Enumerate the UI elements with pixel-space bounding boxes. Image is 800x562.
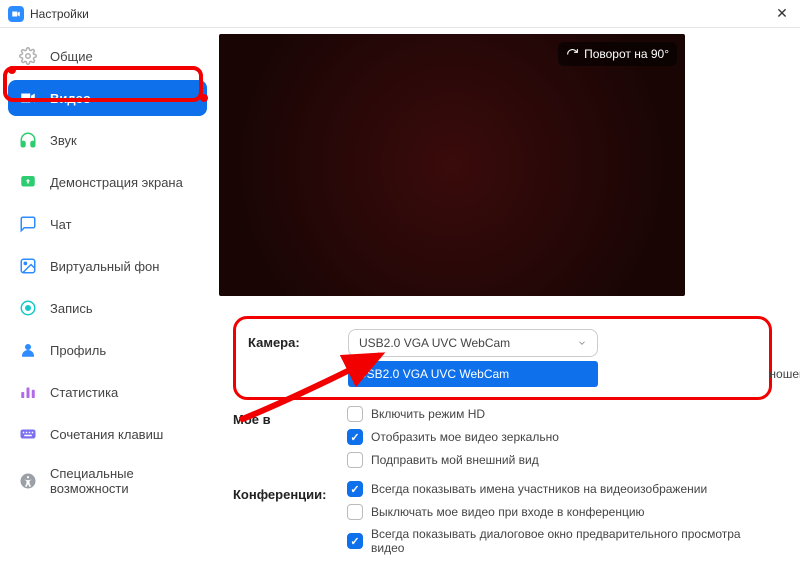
sidebar-item-shortcuts[interactable]: Сочетания клавиш xyxy=(8,416,207,452)
sidebar-item-label: Профиль xyxy=(50,343,106,358)
keyboard-icon xyxy=(18,424,38,444)
checkbox-label: Всегда показывать диалоговое окно предва… xyxy=(371,527,772,555)
window-title: Настройки xyxy=(30,7,89,21)
checkbox-label: Отобразить мое видео зеркально xyxy=(371,430,559,444)
video-preview: Поворот на 90° xyxy=(219,34,685,296)
sidebar-item-background[interactable]: Виртуальный фон xyxy=(8,248,207,284)
sidebar-item-label: Статистика xyxy=(50,385,118,400)
main-panel: Поворот на 90° Камера: USB2.0 VGA UVC We… xyxy=(215,28,800,535)
sidebar-item-label: Видео xyxy=(50,91,91,106)
sidebar-item-label: Запись xyxy=(50,301,93,316)
chevron-down-icon xyxy=(577,338,587,348)
sidebar-item-label: Виртуальный фон xyxy=(50,259,159,274)
my-video-label: Мое в xyxy=(233,406,333,427)
annotation-dot xyxy=(200,94,208,102)
aspect-ratio-text-fragment: ношение xyxy=(769,367,800,381)
checkbox-label: Подправить мой внешний вид xyxy=(371,453,539,467)
checkbox-row-mirror: Отобразить мое видео зеркально xyxy=(347,429,772,445)
checkbox-label: Всегда показывать имена участников на ви… xyxy=(371,482,707,496)
sidebar-item-label: Чат xyxy=(50,217,72,232)
sidebar-item-label: Сочетания клавиш xyxy=(50,427,163,442)
rotate-icon xyxy=(566,48,579,61)
titlebar: Настройки ✕ xyxy=(0,0,800,28)
close-button[interactable]: ✕ xyxy=(772,4,792,24)
sidebar-item-chat[interactable]: Чат xyxy=(8,206,207,242)
checkbox-row-mute-video: Выключать мое видео при входе в конферен… xyxy=(347,504,772,520)
conferences-label: Конференции: xyxy=(233,481,333,502)
video-icon xyxy=(18,88,38,108)
checkbox-show-names[interactable] xyxy=(347,481,363,497)
checkbox-label: Включить режим HD xyxy=(371,407,485,421)
sidebar-item-profile[interactable]: Профиль xyxy=(8,332,207,368)
sidebar-item-label: Звук xyxy=(50,133,77,148)
checkbox-mute-video[interactable] xyxy=(347,504,363,520)
camera-dropdown-option[interactable]: USB2.0 VGA UVC WebCam xyxy=(348,361,598,387)
stats-icon xyxy=(18,382,38,402)
checkbox-row-preview: Всегда показывать диалоговое окно предва… xyxy=(347,527,772,555)
headphones-icon xyxy=(18,130,38,150)
checkbox-hd[interactable] xyxy=(347,406,363,422)
annotation-dot xyxy=(8,66,16,74)
record-icon xyxy=(18,298,38,318)
camera-label: Камера: xyxy=(248,329,348,350)
app-icon xyxy=(8,6,24,22)
checkbox-row-hd: Включить режим HD xyxy=(347,406,772,422)
rotate-label: Поворот на 90° xyxy=(584,47,669,61)
user-icon xyxy=(18,340,38,360)
image-icon xyxy=(18,256,38,276)
sidebar-item-video[interactable]: Видео xyxy=(8,80,207,116)
checkbox-row-show-names: Всегда показывать имена участников на ви… xyxy=(347,481,772,497)
sidebar-item-statistics[interactable]: Статистика xyxy=(8,374,207,410)
share-screen-icon xyxy=(18,172,38,192)
gear-icon xyxy=(18,46,38,66)
accessibility-icon xyxy=(18,471,38,491)
sidebar-item-label: Демонстрация экрана xyxy=(50,175,183,190)
camera-dropdown[interactable]: USB2.0 VGA UVC WebCam xyxy=(348,329,598,357)
camera-selected-value: USB2.0 VGA UVC WebCam xyxy=(359,336,510,350)
sidebar-item-share[interactable]: Демонстрация экрана xyxy=(8,164,207,200)
checkbox-preview[interactable] xyxy=(347,533,363,549)
sidebar-item-label: Специальные возможности xyxy=(50,466,197,496)
content: Общие Видео Звук Демонстрация экрана Чат xyxy=(0,28,800,535)
settings-area: Камера: USB2.0 VGA UVC WebCam USB2.0 VGA… xyxy=(215,296,800,562)
sidebar: Общие Видео Звук Демонстрация экрана Чат xyxy=(0,28,215,535)
sidebar-item-audio[interactable]: Звук xyxy=(8,122,207,158)
rotate-button[interactable]: Поворот на 90° xyxy=(558,42,677,66)
sidebar-item-general[interactable]: Общие xyxy=(8,38,207,74)
chat-icon xyxy=(18,214,38,234)
checkbox-row-touchup: Подправить мой внешний вид xyxy=(347,452,772,468)
annotation-camera-box: Камера: USB2.0 VGA UVC WebCam USB2.0 VGA… xyxy=(233,316,772,400)
titlebar-left: Настройки xyxy=(8,6,89,22)
sidebar-item-accessibility[interactable]: Специальные возможности xyxy=(8,458,207,504)
sidebar-item-recording[interactable]: Запись xyxy=(8,290,207,326)
checkbox-mirror[interactable] xyxy=(347,429,363,445)
checkbox-label: Выключать мое видео при входе в конферен… xyxy=(371,505,645,519)
sidebar-item-label: Общие xyxy=(50,49,93,64)
checkbox-touchup[interactable] xyxy=(347,452,363,468)
